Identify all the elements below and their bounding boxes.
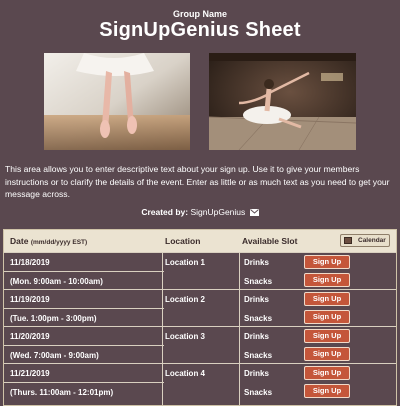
slot-item-name: Drinks [244, 369, 269, 378]
row-inner-divider [4, 271, 164, 272]
slot-item-name: Snacks [244, 277, 273, 286]
signup-button[interactable]: Sign Up [304, 347, 350, 361]
row-inner-divider [4, 345, 164, 346]
slot-item-name: Drinks [244, 295, 269, 304]
page-title: SignUpGenius Sheet [99, 19, 301, 41]
slot-item-name: Snacks [244, 388, 273, 397]
slot-item-name: Drinks [244, 332, 269, 341]
slot-item-name: Drinks [244, 258, 269, 267]
ballerina-image [209, 53, 356, 150]
slot-item-name: Snacks [244, 314, 273, 323]
slot-time: (Mon. 9:00am - 10:00am) [10, 277, 103, 286]
row-inner-divider [4, 308, 164, 309]
slot-location: Location 4 [165, 369, 206, 378]
table-row: 11/21/2019 (Thurs. 11:00am - 12:01pm) Loca… [4, 363, 396, 401]
signup-button[interactable]: Sign Up [304, 310, 350, 324]
slot-time: (Thurs. 11:00am - 12:01pm) [10, 388, 114, 397]
slot-date: 11/19/2019 [10, 295, 50, 304]
signup-button[interactable]: Sign Up [304, 292, 350, 306]
slot-column-header: Available Slot [242, 236, 298, 246]
slot-location: Location 3 [165, 332, 206, 341]
signup-table: Date (mm/dd/yyyy EST) Location Available… [3, 229, 397, 406]
row-inner-divider [4, 382, 164, 383]
calendar-button[interactable]: Calendar [340, 234, 390, 247]
signup-button[interactable]: Sign Up [304, 384, 350, 398]
slot-item-name: Snacks [244, 351, 273, 360]
slot-location: Location 1 [165, 258, 206, 267]
event-description: This area allows you to enter descriptiv… [5, 164, 390, 199]
slot-date: 11/20/2019 [10, 332, 50, 341]
location-column-header: Location [165, 236, 201, 246]
table-row: 11/19/2019 (Tue. 1:00pm - 3:00pm) Location… [4, 289, 396, 327]
created-by-label: Created by: [141, 207, 189, 217]
slot-date: 11/18/2019 [10, 258, 50, 267]
signup-button[interactable]: Sign Up [304, 329, 350, 343]
table-header: Date (mm/dd/yyyy EST) Location Available… [4, 230, 396, 252]
created-by: Created by: SignUpGenius [0, 207, 400, 217]
calendar-icon [344, 237, 352, 244]
creator-name[interactable]: SignUpGenius [190, 207, 245, 217]
signup-button[interactable]: Sign Up [304, 366, 350, 380]
ballet-shoes-image [44, 53, 190, 150]
slot-location: Location 2 [165, 295, 206, 304]
signup-button[interactable]: Sign Up [304, 273, 350, 287]
signup-button[interactable]: Sign Up [304, 255, 350, 269]
table-row: 11/20/2019 (Wed. 7:00am - 9:00am) Location… [4, 326, 396, 364]
date-format-hint: (mm/dd/yyyy EST) [30, 239, 88, 246]
slot-time: (Tue. 1:00pm - 3:00pm) [10, 314, 97, 323]
slot-date: 11/21/2019 [10, 369, 50, 378]
mail-icon[interactable] [249, 208, 259, 216]
slot-time: (Wed. 7:00am - 9:00am) [10, 351, 99, 360]
group-name: Group Name [172, 9, 227, 19]
table-row: 11/18/2019 (Mon. 9:00am - 10:00am) Locatio… [4, 252, 396, 290]
date-column-header: Date (mm/dd/yyyy EST) [10, 236, 88, 246]
